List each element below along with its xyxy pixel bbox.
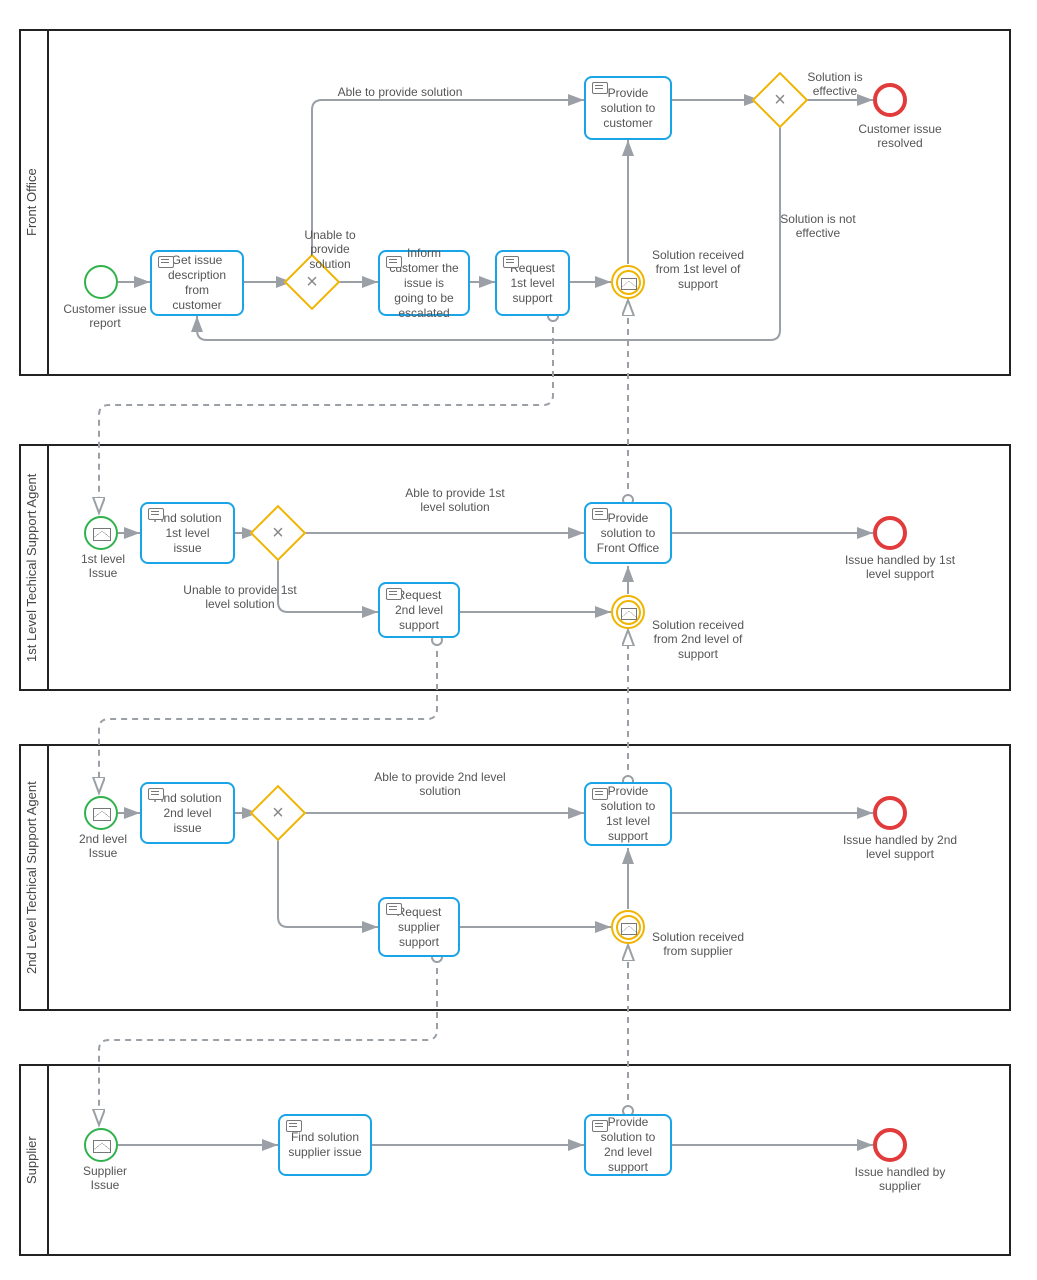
start-event-1st-issue — [84, 516, 118, 550]
task-find-1st: Find solution 1st level issue — [140, 502, 235, 564]
end-supp-label: Issue handled by supplier — [840, 1165, 960, 1194]
lane-label-level2: 2nd Level Techical Support Agent — [24, 745, 39, 1010]
end-event-label: Customer issue resolved — [850, 122, 950, 151]
event-wait2-label: Solution received from 2nd level of supp… — [648, 618, 748, 661]
task-label: Find solution supplier issue — [288, 1130, 362, 1160]
end-event-supplier — [873, 1128, 907, 1162]
gateway-1st-can-provide: × — [258, 513, 298, 553]
gateway-unable-label: Unable to provide solution — [290, 228, 370, 271]
task-request-supplier: Request supplier support — [378, 897, 460, 957]
manual-task-icon — [286, 1120, 302, 1132]
lane-label-level1: 1st Level Techical Support Agent — [24, 445, 39, 690]
event-wait-2nd-solution — [611, 595, 645, 629]
manual-task-icon — [592, 788, 608, 800]
start-event-supplier — [84, 1128, 118, 1162]
start-2nd-label: 2nd level Issue — [68, 832, 138, 861]
start-event-customer-report — [84, 265, 118, 299]
start-1st-label: 1st level Issue — [68, 552, 138, 581]
manual-task-icon — [386, 256, 402, 268]
manual-task-icon — [592, 508, 608, 520]
task-provide-1st: Provide solution to 1st level support — [584, 782, 672, 846]
gateway-2nd-can-provide: × — [258, 793, 298, 833]
task-provide-front: Provide solution to Front Office — [584, 502, 672, 564]
task-get-issue: Get issue description from customer — [150, 250, 244, 316]
end-event-2nd — [873, 796, 907, 830]
event-wait-supp-label: Solution received from supplier — [648, 930, 748, 959]
end-event-resolved — [873, 83, 907, 117]
end-2nd-label: Issue handled by 2nd level support — [840, 833, 960, 862]
task-provide-solution: Provide solution to customer — [584, 76, 672, 140]
noteffective-label: Solution is not effective — [768, 212, 868, 241]
connectors — [0, 0, 1037, 1280]
bpmn-diagram: Front Office 1st Level Techical Support … — [0, 0, 1037, 1280]
manual-task-icon — [592, 1120, 608, 1132]
manual-task-icon — [386, 588, 402, 600]
manual-task-icon — [592, 82, 608, 94]
task-request-1st: Request 1st level support — [495, 250, 570, 316]
manual-task-icon — [158, 256, 174, 268]
end-event-1st — [873, 516, 907, 550]
manual-task-icon — [503, 256, 519, 268]
lane-label-supplier: Supplier — [24, 1065, 39, 1255]
start-supp-label: Supplier Issue — [70, 1164, 140, 1193]
task-find-supplier: Find solution supplier issue — [278, 1114, 372, 1176]
task-provide-2nd: Provide solution to 2nd level support — [584, 1114, 672, 1176]
gw1-able-label: Able to provide 1st level solution — [395, 486, 515, 515]
manual-task-icon — [386, 903, 402, 915]
start-event-2nd-issue — [84, 796, 118, 830]
gw1-unable-label: Unable to provide 1st level solution — [180, 583, 300, 612]
event-wait-supplier — [611, 910, 645, 944]
manual-task-icon — [148, 788, 164, 800]
gateway-able-label: Able to provide solution — [320, 85, 480, 99]
end-1st-label: Issue handled by 1st level support — [840, 553, 960, 582]
lane-label-front-office: Front Office — [24, 30, 39, 375]
task-request-2nd: Request 2nd level support — [378, 582, 460, 638]
start-event-label: Customer issue report — [60, 302, 150, 331]
gw2-able-label: Able to provide 2nd level solution — [370, 770, 510, 799]
task-inform-customer: Inform customer the issue is going to be… — [378, 250, 470, 316]
event-wait-label: Solution received from 1st level of supp… — [648, 248, 748, 291]
manual-task-icon — [148, 508, 164, 520]
effective-label: Solution is effective — [790, 70, 880, 99]
event-wait-1st-solution — [611, 265, 645, 299]
task-find-2nd: Find solution 2nd level issue — [140, 782, 235, 844]
